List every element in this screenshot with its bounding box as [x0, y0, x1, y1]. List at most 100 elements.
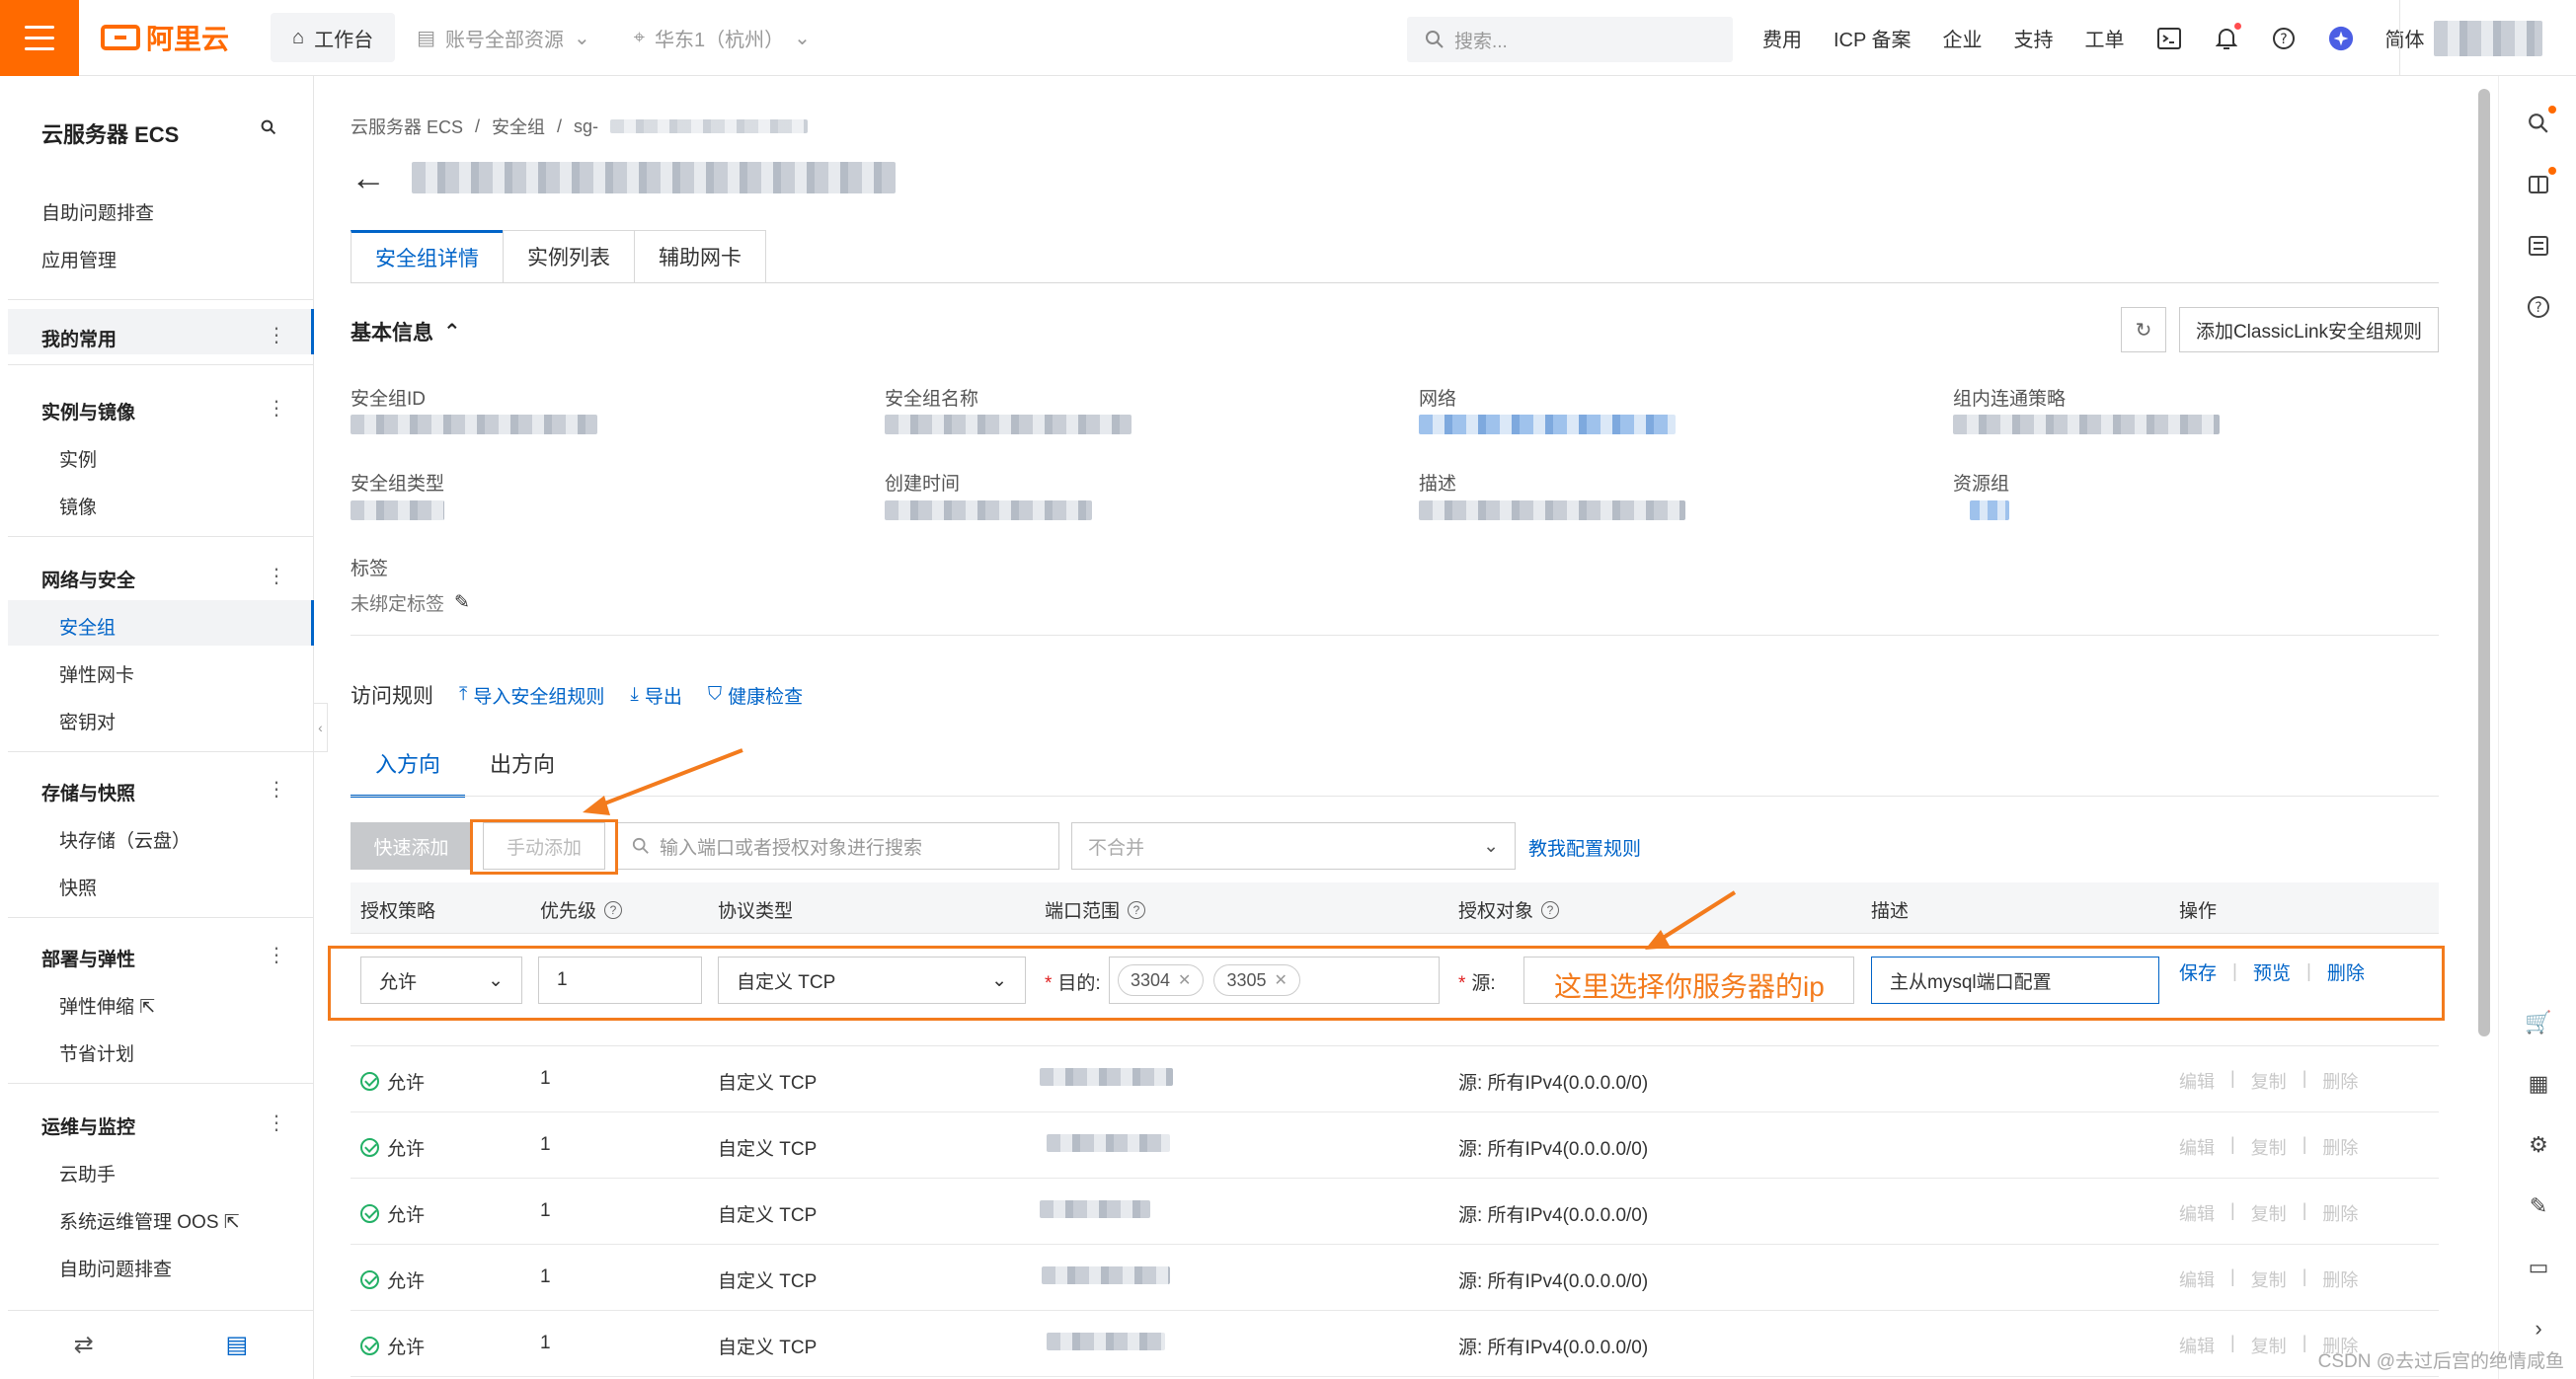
sidebar-item-savings-plan[interactable]: 节省计划 [59, 1039, 134, 1066]
sidebar-item-self-diagnosis-2[interactable]: 自助问题排查 [59, 1255, 172, 1281]
help-icon[interactable]: ? [2525, 293, 2552, 321]
sidebar-item-oos[interactable]: 系统运维管理 OOS ⇱ [59, 1207, 240, 1234]
tab-instances[interactable]: 实例列表 [503, 230, 635, 283]
refresh-icon: ↻ [2135, 319, 2152, 342]
sidebar-item-snapshot[interactable]: 快照 [59, 874, 97, 900]
pencil-icon[interactable]: ✎ [2525, 1192, 2552, 1220]
sidebar-group-instances[interactable]: 实例与镜像 [41, 398, 135, 424]
sidebar-group-ops[interactable]: 运维与监控 [41, 1112, 135, 1139]
user-avatar[interactable] [2399, 0, 2576, 76]
copy-button[interactable]: 复制 [2251, 1333, 2287, 1358]
edit-icon[interactable]: ✎ [454, 591, 470, 614]
main-scrollbar[interactable] [2478, 89, 2490, 1372]
region-dropdown[interactable]: ⌖ 华东1（杭州） ⌄ [612, 13, 832, 62]
checklist-icon[interactable] [2525, 232, 2552, 260]
sidebar-item-cloud-assistant[interactable]: 云助手 [59, 1160, 116, 1187]
help-icon[interactable]: ? [604, 900, 623, 919]
nav-ticket[interactable]: 工单 [2085, 24, 2125, 52]
edit-button[interactable]: 编辑 [2179, 1266, 2215, 1292]
col-policy: 授权策略 [360, 901, 436, 922]
more-icon[interactable]: ⋮ [267, 777, 286, 802]
edit-button[interactable]: 编辑 [2179, 1200, 2215, 1226]
more-icon[interactable]: ⋮ [267, 1111, 286, 1135]
col-protocol: 协议类型 [718, 901, 794, 922]
add-classiclink-rule-button[interactable]: 添加ClassicLink安全组规则 [2179, 307, 2439, 352]
copy-button[interactable]: 复制 [2251, 1068, 2287, 1094]
tab-eni[interactable]: 辅助网卡 [634, 230, 766, 283]
more-icon[interactable]: ⋮ [267, 943, 286, 967]
copy-button[interactable]: 复制 [2251, 1134, 2287, 1160]
book-icon[interactable] [2525, 167, 2556, 198]
global-search-input[interactable]: 搜索... [1407, 17, 1733, 62]
col-description: 描述 [1871, 901, 1910, 922]
delete-button[interactable]: 删除 [2322, 1266, 2358, 1292]
sidebar-item-autoscaling[interactable]: 弹性伸缩 ⇱ [59, 992, 155, 1019]
aliyun-logo[interactable]: 阿里云 [101, 18, 229, 57]
switch-icon[interactable]: ⇄ [74, 1331, 94, 1359]
sidebar-item-disk[interactable]: 块存储（云盘） [59, 826, 191, 853]
search-icon[interactable] [2525, 106, 2556, 137]
order-icon[interactable]: ▦ [2525, 1070, 2552, 1098]
sidebar-favorites[interactable]: 我的常用 [41, 325, 117, 351]
import-rules-link[interactable]: ⤒ 导入安全组规则 [459, 682, 604, 709]
tab-detail[interactable]: 安全组详情 [351, 230, 504, 283]
health-check-link[interactable]: ⛉ 健康检查 [708, 682, 803, 709]
edit-button[interactable]: 编辑 [2179, 1134, 2215, 1160]
basic-info-title[interactable]: 基本信息 ⌃ [351, 317, 461, 346]
nav-icp[interactable]: ICP 备案 [1834, 24, 1912, 52]
sidebar-item-image[interactable]: 镜像 [59, 493, 97, 519]
merge-select[interactable]: 不合并 ⌄ [1071, 822, 1516, 870]
resources-dropdown[interactable]: ▤ 账号全部资源 ⌄ [395, 13, 612, 62]
menu-icon[interactable] [0, 0, 79, 76]
help-icon[interactable]: ? [1541, 900, 1560, 919]
teach-config-link[interactable]: 教我配置规则 [1528, 834, 1641, 861]
feedback-icon[interactable]: ▭ [2525, 1254, 2552, 1281]
sidebar-item-instance[interactable]: 实例 [59, 445, 97, 472]
sidebar-group-network[interactable]: 网络与安全 [41, 566, 135, 592]
breadcrumb-ecs[interactable]: 云服务器 ECS [351, 114, 463, 139]
sidebar-group-deploy[interactable]: 部署与弹性 [41, 945, 135, 971]
sidebar-item-self-diagnosis[interactable]: 自助问题排查 [41, 198, 154, 225]
gear-icon[interactable]: ⚙ [2525, 1131, 2552, 1159]
more-icon[interactable]: ⋮ [267, 323, 286, 347]
bell-icon[interactable] [2214, 22, 2241, 51]
more-icon[interactable]: ⋮ [267, 564, 286, 588]
value-resource-group[interactable] [1970, 500, 2009, 520]
sidebar-item-keypair[interactable]: 密钥对 [59, 708, 116, 734]
tab-outbound[interactable]: 出方向 [465, 747, 580, 798]
message-icon[interactable]: ▤ [226, 1331, 249, 1359]
help-icon[interactable]: ? [1128, 900, 1146, 919]
edit-button[interactable]: 编辑 [2179, 1068, 2215, 1094]
nav-support[interactable]: 支持 [2014, 24, 2054, 52]
export-link[interactable]: ⤓ 导出 [630, 682, 681, 709]
sidebar-item-eni[interactable]: 弹性网卡 [59, 660, 134, 687]
rule-search-input[interactable]: 输入端口或者授权对象进行搜索 [617, 822, 1059, 870]
scroll-thumb[interactable] [2478, 89, 2490, 1036]
workbench-button[interactable]: ⌂ 工作台 [271, 13, 396, 62]
search-icon[interactable] [261, 119, 276, 140]
breadcrumb-security-group[interactable]: 安全组 [492, 114, 545, 139]
more-icon[interactable]: ⋮ [267, 396, 286, 421]
quick-add-button[interactable]: 快速添加 [351, 822, 472, 870]
back-arrow-icon[interactable]: ← [351, 160, 386, 195]
nav-fees[interactable]: 费用 [1762, 24, 1802, 52]
help-icon[interactable]: ? [2271, 26, 2297, 51]
collapse-sidebar-handle[interactable]: ‹ [314, 703, 328, 752]
tab-inbound[interactable]: 入方向 [351, 747, 466, 798]
delete-button[interactable]: 删除 [2322, 1134, 2358, 1160]
sidebar-item-app-management[interactable]: 应用管理 [41, 246, 117, 272]
sidebar-item-security-group[interactable]: 安全组 [59, 613, 116, 640]
sidebar-group-storage[interactable]: 存储与快照 [41, 779, 135, 805]
edit-button[interactable]: 编辑 [2179, 1333, 2215, 1358]
chevron-right-icon[interactable]: › [2525, 1315, 2552, 1342]
refresh-button[interactable]: ↻ [2121, 307, 2166, 352]
copy-button[interactable]: 复制 [2251, 1200, 2287, 1226]
copy-button[interactable]: 复制 [2251, 1266, 2287, 1292]
value-network[interactable] [1419, 415, 1676, 434]
terminal-icon[interactable] [2156, 26, 2182, 51]
nav-enterprise[interactable]: 企业 [1943, 24, 1983, 52]
delete-button[interactable]: 删除 [2322, 1200, 2358, 1226]
ai-assistant-icon[interactable] [2328, 26, 2354, 51]
delete-button[interactable]: 删除 [2322, 1068, 2358, 1094]
cart-icon[interactable]: 🛒 [2525, 1009, 2552, 1036]
